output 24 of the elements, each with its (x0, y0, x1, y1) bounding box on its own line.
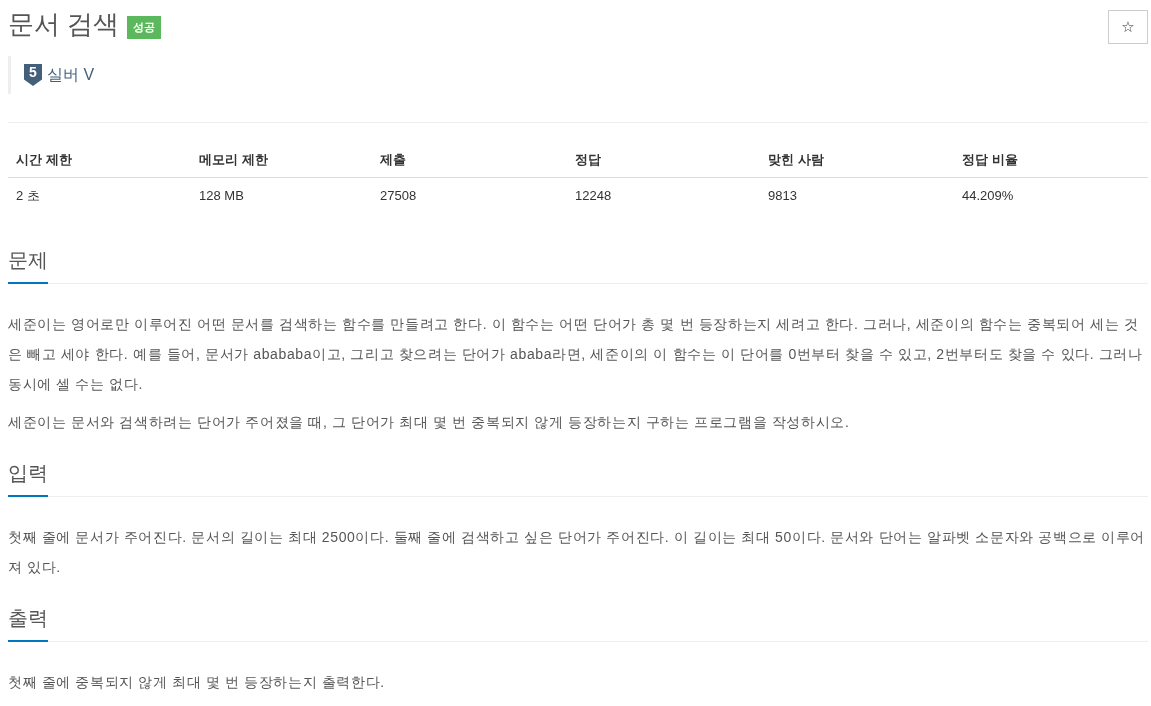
section-heading: 입력 (8, 459, 48, 497)
paragraph: 첫째 줄에 중복되지 않게 최대 몇 번 등장하는지 출력한다. (8, 673, 386, 692)
column-header: 제출 (372, 143, 567, 178)
table-cell-text: 2 초 (15, 187, 41, 205)
column-header: 정답 (567, 143, 760, 178)
tier-shield: 5 (24, 64, 42, 86)
paragraph: 세준이는 영어로만 이루어진 어떤 문서를 검색하는 함수를 만들려고 한다. 이 함수는 어떤 단어가 총 몇 번 등장하는지 세려고 한다. 그러나, 세준이의 함수는 중복되어 세는 것은 빼고 세야 한다. 예를 들어, 문서가 abababa이고, 그리고 찾으려는 단어가 ababa라면, 세준이의 이 함수는 이 단어를 0번부터 찾을 수 있고, 2번부터도 찾을 수 있다. 그러나 동시에 셀 수는 없다. (8, 315, 1144, 394)
table-cell-text: 27508 (379, 187, 418, 205)
column-header: 메모리 제한 (191, 143, 372, 178)
column-header: 시간 제한 (8, 143, 191, 178)
star-button[interactable]: ☆ (1108, 10, 1148, 44)
table-cell-text: 128 MB (198, 187, 245, 205)
table-cell-text: 44.209% (961, 187, 1015, 205)
table-cell-text: 9813 (767, 187, 798, 205)
table-cell-text: 12248 (574, 187, 613, 205)
section-heading: 문제 (8, 246, 48, 284)
tier-label[interactable]: 실버 V (47, 64, 95, 86)
paragraph: 첫째 줄에 문서가 주어진다. 문서의 길이는 최대 2500이다. 둘째 줄에 검색하고 싶은 단어가 주어진다. 이 길이는 최대 50이다. 문서와 단어는 알파벳 소문자와 공백으로 이루어져 있다. (8, 528, 1147, 577)
section-heading: 출력 (8, 604, 48, 642)
problem-title: 문서 검색 (8, 8, 120, 41)
paragraph: 세준이는 문서와 검색하려는 단어가 주어졌을 때, 그 단어가 최대 몇 번 중복되지 않게 등장하는지 구하는 프로그램을 작성하시오. (8, 413, 851, 432)
result-label: 성공 (127, 15, 162, 39)
column-header: 맞힌 사람 (760, 143, 954, 178)
column-header: 정답 비율 (954, 143, 1148, 178)
